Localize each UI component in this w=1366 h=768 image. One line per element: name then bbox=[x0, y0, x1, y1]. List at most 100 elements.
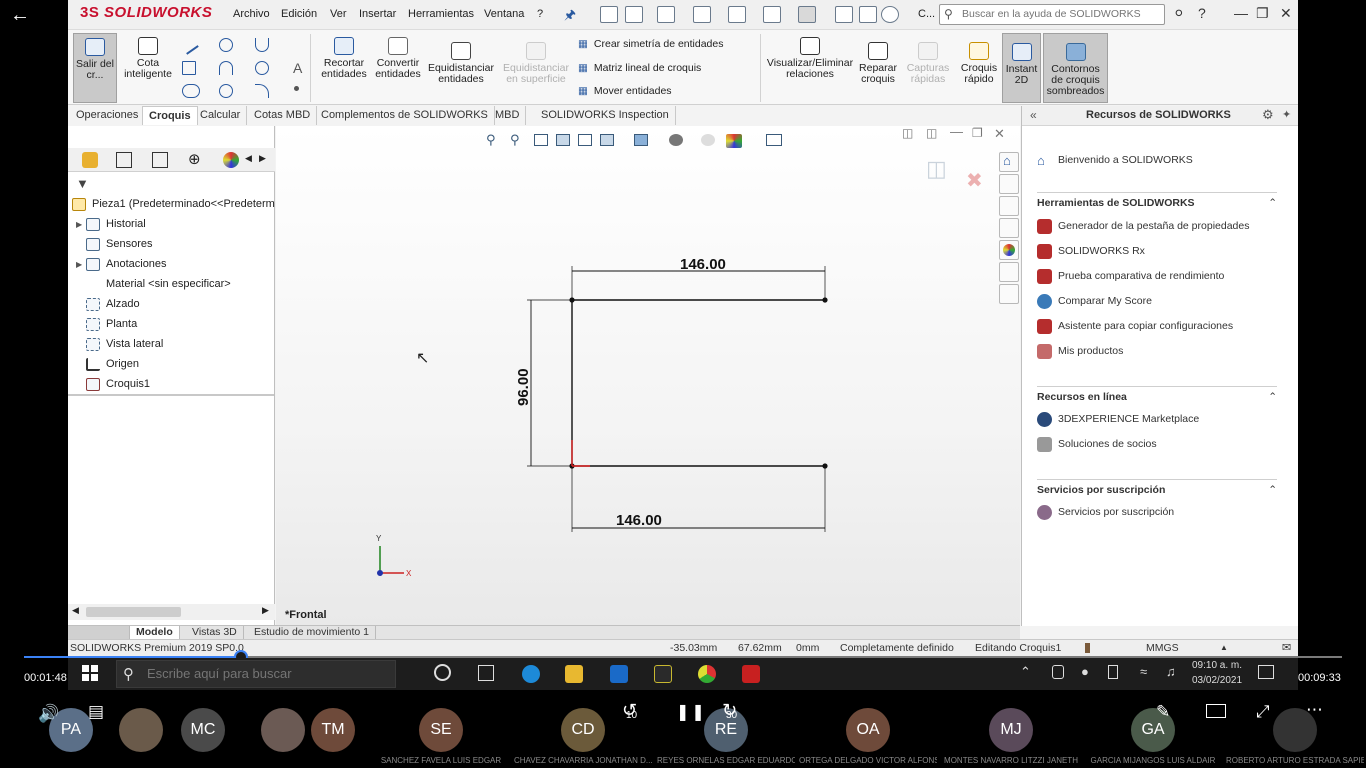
trim-entities-button[interactable]: Recortar entidades bbox=[318, 37, 370, 80]
smart-dimension-button[interactable]: Cota inteligente bbox=[120, 37, 176, 80]
taskbar-search-input[interactable] bbox=[147, 666, 387, 681]
restore-icon[interactable]: ❐ bbox=[1256, 5, 1269, 22]
tab-mbd[interactable]: MBD bbox=[489, 106, 527, 125]
sketch-geometry[interactable] bbox=[527, 266, 826, 532]
comment-icon[interactable]: ✉ bbox=[1282, 640, 1291, 656]
battery-icon[interactable] bbox=[1108, 665, 1118, 679]
picture-in-picture-icon[interactable] bbox=[1206, 704, 1226, 718]
volume-icon[interactable]: ♫ bbox=[1166, 664, 1176, 679]
menu-herramientas[interactable]: Herramientas bbox=[408, 8, 474, 20]
linear-pattern-button[interactable]: ▦ Matriz lineal de croquis bbox=[578, 62, 701, 74]
quickbar-c-label[interactable]: C... bbox=[918, 8, 935, 20]
scroll-left-icon[interactable]: ◀ bbox=[72, 605, 79, 616]
more-options-icon[interactable]: ⋯ bbox=[1306, 700, 1323, 720]
gear-icon[interactable]: ⚙ bbox=[1262, 107, 1274, 123]
participant-tile[interactable]: SE SANCHEZ FAVELA LUIS EDGAR bbox=[370, 694, 512, 768]
units-label[interactable]: MMGS bbox=[1146, 640, 1179, 656]
chrome-icon[interactable] bbox=[698, 665, 716, 683]
polygon-icon[interactable] bbox=[255, 61, 269, 75]
tab-croquis[interactable]: Croquis bbox=[142, 106, 198, 125]
resource-item-compare-score[interactable]: Comparar My Score bbox=[1037, 291, 1152, 311]
menu-ver[interactable]: Ver bbox=[330, 8, 347, 20]
tab-calcular[interactable]: Calcular bbox=[194, 106, 248, 125]
rebuild-indicator-icon[interactable] bbox=[1085, 643, 1090, 653]
tree-item-sensores[interactable]: Sensores bbox=[76, 235, 152, 254]
welcome-link[interactable]: ⌂ Bienvenido a SOLIDWORKS bbox=[1037, 150, 1193, 170]
file-properties-icon[interactable] bbox=[859, 6, 877, 23]
move-entities-button[interactable]: ▦ Mover entidades bbox=[578, 85, 672, 97]
participant-tile[interactable]: ROBERTO ARTURO ESTRADA SAPIEN bbox=[1224, 694, 1366, 768]
tree-item-planta[interactable]: Planta bbox=[76, 315, 137, 334]
collapse-up-icon[interactable]: ⌃ bbox=[1268, 391, 1277, 403]
tree-item-croquis1[interactable]: Croquis1 bbox=[76, 375, 150, 394]
edge-icon[interactable] bbox=[522, 665, 540, 683]
media-app-icon[interactable] bbox=[654, 665, 672, 683]
tree-item-alzado[interactable]: Alzado bbox=[76, 295, 140, 314]
dimxpert-icon[interactable]: ⊕ bbox=[188, 152, 201, 168]
taskbar-time[interactable]: 09:10 a. m. bbox=[1192, 660, 1242, 671]
fillet-icon[interactable] bbox=[219, 84, 233, 98]
sketch-point[interactable] bbox=[822, 463, 828, 469]
resource-item-property-tab-builder[interactable]: Generador de la pestaña de propiedades bbox=[1037, 216, 1249, 236]
tree-item-anotaciones[interactable]: ▶ Anotaciones bbox=[76, 255, 167, 274]
task-pane-view-palette-tab[interactable] bbox=[999, 218, 1019, 238]
tab-estudio-movimiento[interactable]: Estudio de movimiento 1 bbox=[248, 626, 376, 640]
gear-icon[interactable] bbox=[881, 6, 899, 23]
resource-item-partner-solutions[interactable]: Soluciones de socios bbox=[1037, 434, 1157, 454]
slot-icon[interactable] bbox=[182, 84, 200, 98]
tools-section-header[interactable]: Herramientas de SOLIDWORKS ⌃ bbox=[1037, 192, 1277, 209]
pause-icon[interactable]: ❚❚ bbox=[676, 702, 707, 722]
tree-item-material[interactable]: Material <sin especificar> bbox=[76, 275, 231, 294]
new-document-icon[interactable] bbox=[625, 6, 643, 23]
tab-scroll-area[interactable] bbox=[68, 626, 130, 640]
close-icon[interactable]: ✕ bbox=[1280, 5, 1292, 22]
instant-2d-button[interactable]: Instant 2D bbox=[1002, 33, 1041, 103]
tab-complementos[interactable]: Complementos de SOLIDWORKS bbox=[315, 106, 495, 125]
graphics-area[interactable]: ⚲ ⚲ ◫ ◫ — ❐ ✕ ◫ ✖ 146.00 146.00 96.00 Y … bbox=[276, 124, 1020, 625]
resource-item-benchmark[interactable]: Prueba comparativa de rendimiento bbox=[1037, 266, 1224, 286]
resource-item-subscription-services[interactable]: Servicios por suscripción bbox=[1037, 502, 1174, 522]
participant-tile[interactable]: MJ MONTES NAVARRO LITZZI JANETH bbox=[940, 694, 1082, 768]
meet-now-icon[interactable] bbox=[1052, 665, 1064, 679]
cortana-icon[interactable] bbox=[434, 664, 451, 681]
volume-control-icon[interactable]: 🔊 bbox=[38, 704, 59, 724]
help-search-input[interactable] bbox=[962, 5, 1158, 23]
sketch-point[interactable] bbox=[822, 297, 828, 303]
resource-item-copy-settings[interactable]: Asistente para copiar configuraciones bbox=[1037, 316, 1233, 336]
help-search-box[interactable]: ⚲ bbox=[939, 4, 1165, 25]
help-icon[interactable]: ? bbox=[1198, 5, 1206, 21]
collapse-up-icon[interactable]: ⌃ bbox=[1268, 484, 1277, 496]
offset-entities-button[interactable]: Equidistanciar entidades bbox=[425, 42, 497, 85]
rapid-sketch-button[interactable]: Croquis rápido bbox=[956, 42, 1002, 85]
tab-modelo[interactable]: Modelo bbox=[130, 626, 180, 640]
windows-start-icon[interactable] bbox=[82, 665, 98, 681]
task-pane-design-library-tab[interactable] bbox=[999, 174, 1019, 194]
participant-tile[interactable]: OA ORTEGA DELGADO VICTOR ALFONSO bbox=[797, 694, 939, 768]
save-icon[interactable] bbox=[693, 6, 711, 23]
text-sketch-icon[interactable]: A bbox=[293, 60, 302, 76]
tab-operaciones[interactable]: Operaciones bbox=[70, 106, 146, 125]
tab-cotas-mbd[interactable]: Cotas MBD bbox=[248, 106, 318, 125]
subscription-section-header[interactable]: Servicios por suscripción ⌃ bbox=[1037, 479, 1277, 496]
task-pane-custom-properties-tab[interactable] bbox=[999, 262, 1019, 282]
collapse-up-icon[interactable]: ⌃ bbox=[1268, 197, 1277, 209]
tree-root-part[interactable]: Pieza1 (Predeterminado<<Predeterm bbox=[72, 195, 275, 214]
task-view-icon[interactable] bbox=[478, 665, 494, 681]
mail-icon[interactable] bbox=[610, 665, 628, 683]
resource-item-my-products[interactable]: Mis productos bbox=[1037, 341, 1123, 361]
pin-icon[interactable]: 🖈 bbox=[564, 6, 576, 28]
task-pane-resources-tab[interactable]: ⌂ bbox=[999, 152, 1019, 172]
task-pane-forum-tab[interactable] bbox=[999, 284, 1019, 304]
online-section-header[interactable]: Recursos en línea ⌃ bbox=[1037, 386, 1277, 403]
menu-edicion[interactable]: Edición bbox=[281, 8, 317, 20]
dimension-bottom[interactable]: 146.00 bbox=[616, 512, 662, 529]
expand-arrow-icon[interactable]: ▶ bbox=[76, 255, 86, 274]
rebuild-icon[interactable] bbox=[835, 6, 853, 23]
configuration-manager-icon[interactable] bbox=[152, 152, 168, 168]
open-folder-icon[interactable] bbox=[657, 6, 675, 23]
shaded-sketch-contours-button[interactable]: Contornos de croquis sombreados bbox=[1043, 33, 1108, 103]
undo-icon[interactable] bbox=[763, 6, 781, 23]
back-arrow-icon[interactable]: ← bbox=[10, 4, 30, 26]
circle-icon[interactable] bbox=[219, 38, 233, 52]
microphone-icon[interactable]: ● bbox=[1081, 664, 1089, 679]
